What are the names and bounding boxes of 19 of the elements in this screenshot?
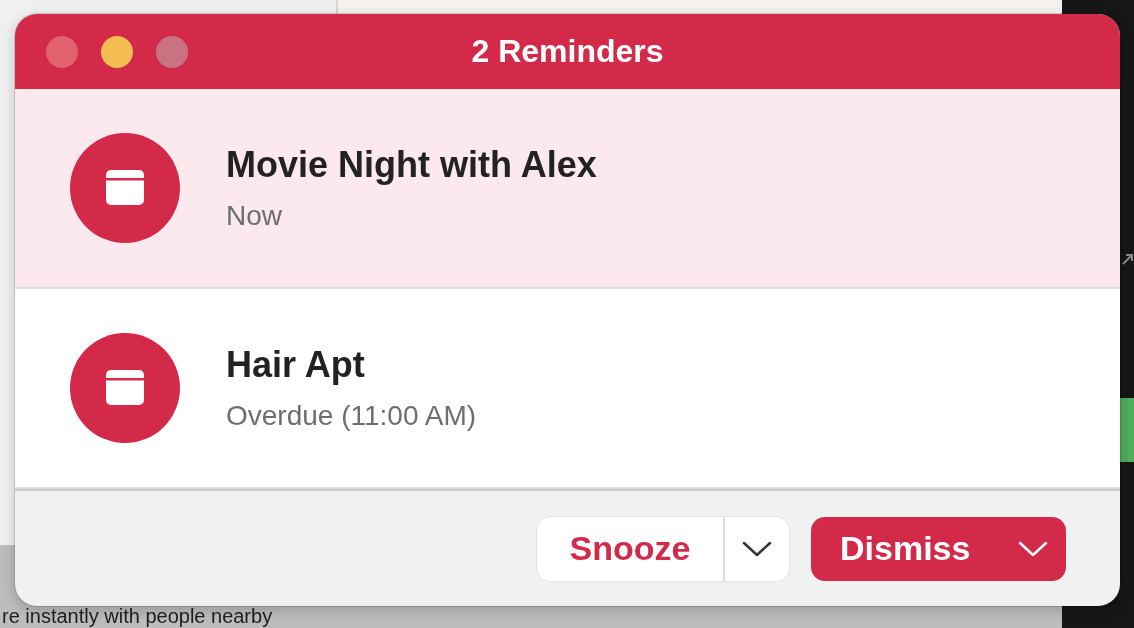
reminder-time: Overdue (11:00 AM): [226, 400, 477, 432]
zoom-button[interactable]: [156, 35, 188, 68]
reminder-title: Movie Night with Alex: [226, 144, 597, 186]
chevron-down-icon: [742, 540, 772, 557]
window-title: 2 Reminders: [470, 33, 665, 70]
dismiss-button[interactable]: Dismiss: [811, 516, 1066, 581]
reminder-title: Hair Apt: [226, 344, 365, 386]
close-button[interactable]: [46, 35, 78, 68]
minimize-button[interactable]: [101, 35, 133, 68]
status-strip: [1120, 398, 1134, 462]
arrow-icon: [1121, 252, 1134, 266]
calendar-icon: [70, 333, 180, 443]
reminder-item[interactable]: Movie Night with Alex Now: [15, 89, 1120, 289]
reminder-time: Now: [226, 200, 282, 232]
snooze-button[interactable]: Snooze: [537, 516, 725, 581]
chevron-down-icon: [1018, 540, 1048, 557]
reminder-item[interactable]: Hair Apt Overdue (11:00 AM): [15, 289, 1120, 489]
calendar-icon: [70, 133, 180, 243]
background-text: re instantly with people nearby: [2, 605, 273, 627]
